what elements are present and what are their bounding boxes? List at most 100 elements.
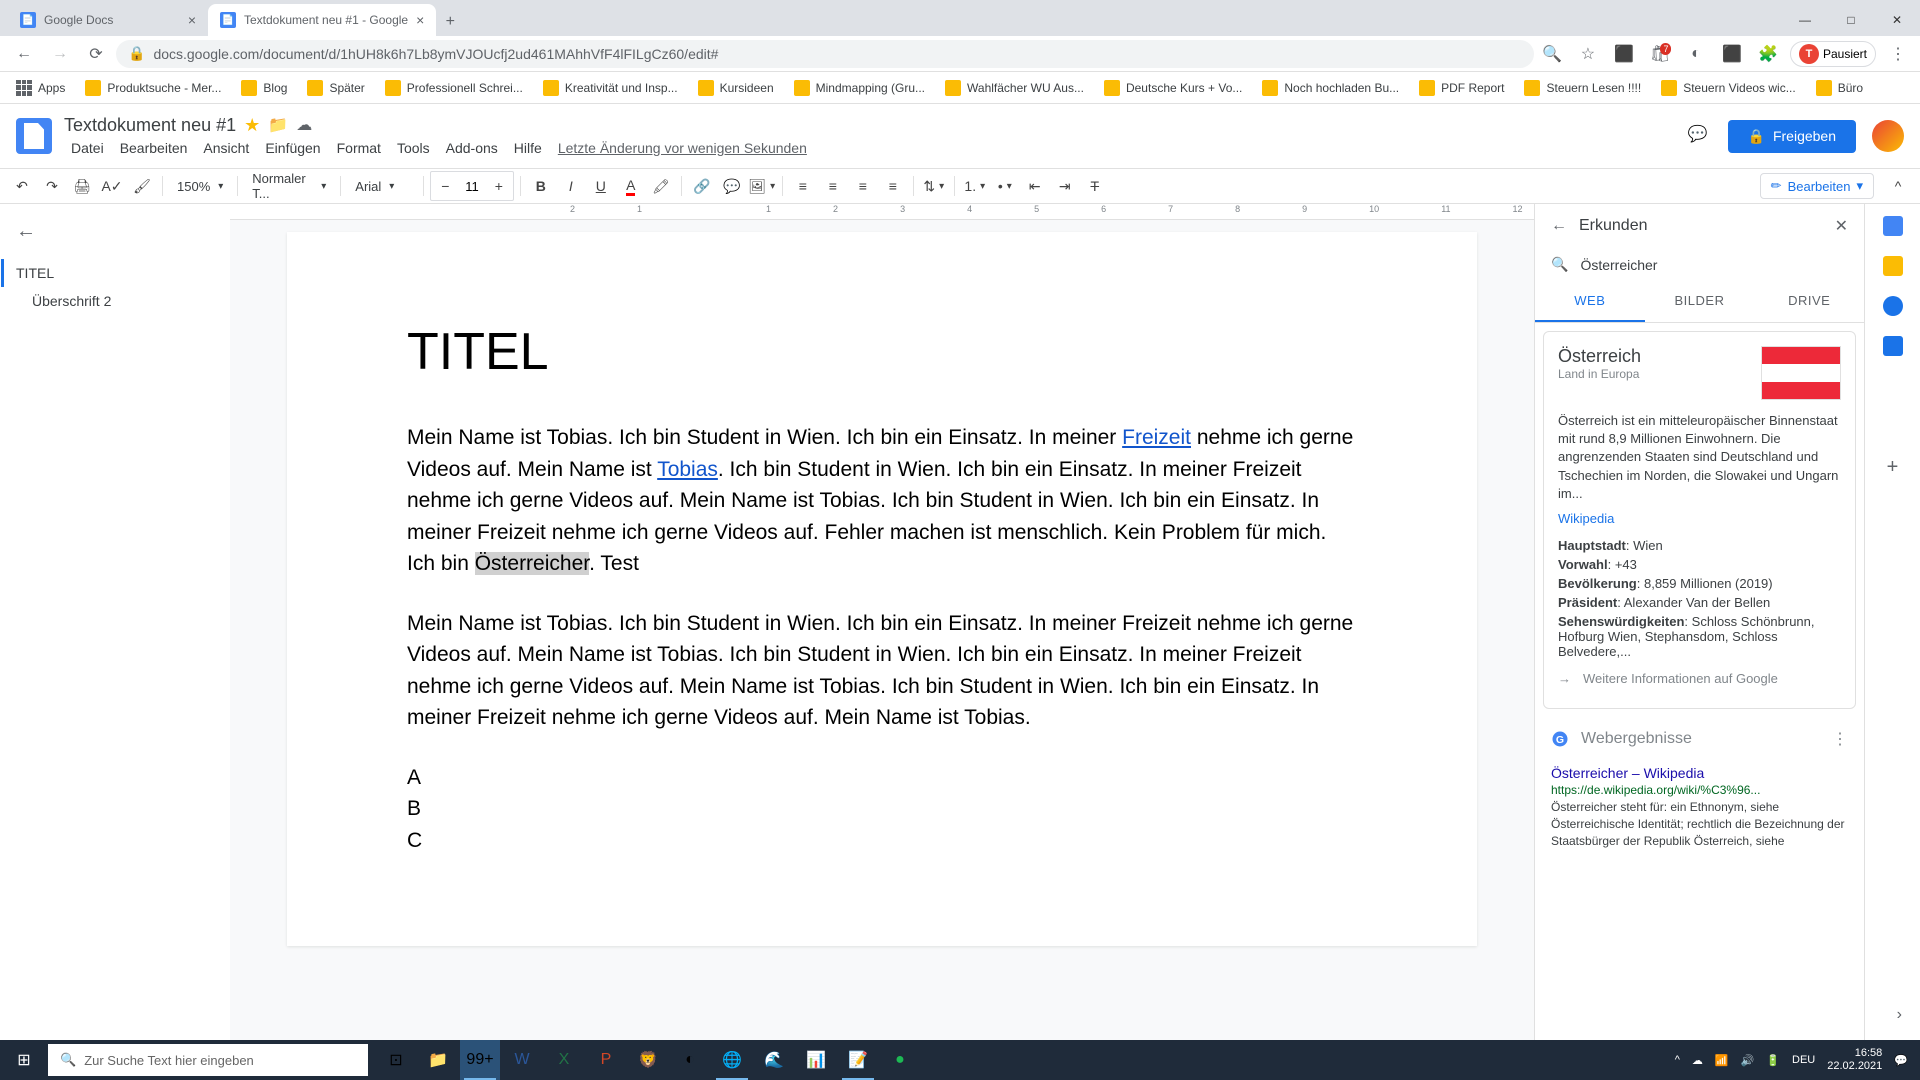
- back-button[interactable]: ←: [8, 38, 40, 70]
- collapse-sidepanel-button[interactable]: ›: [1897, 1006, 1902, 1024]
- profile-button[interactable]: T Pausiert: [1790, 41, 1876, 67]
- taskbar-app-word[interactable]: W: [502, 1040, 542, 1080]
- tray-cloud-icon[interactable]: ☁: [1692, 1054, 1703, 1067]
- clear-format-button[interactable]: T: [1081, 172, 1109, 200]
- taskbar-app[interactable]: 📁: [418, 1040, 458, 1080]
- tab-web[interactable]: WEB: [1535, 281, 1645, 322]
- url-input[interactable]: 🔒 docs.google.com/document/d/1hUH8k6h7Lb…: [116, 40, 1534, 68]
- selected-text[interactable]: Österreicher: [475, 552, 589, 575]
- tray-chevron-icon[interactable]: ^: [1675, 1054, 1680, 1066]
- bookmark-item[interactable]: Deutsche Kurs + Vo...: [1096, 76, 1250, 100]
- bookmark-item[interactable]: PDF Report: [1411, 76, 1512, 100]
- close-icon[interactable]: ×: [416, 12, 424, 28]
- document-title[interactable]: Textdokument neu #1: [64, 115, 236, 136]
- menu-edit[interactable]: Bearbeiten: [113, 138, 195, 158]
- tab-drive[interactable]: DRIVE: [1754, 281, 1864, 322]
- increase-indent-button[interactable]: ⇥: [1051, 172, 1079, 200]
- list-item[interactable]: B: [407, 793, 1357, 825]
- menu-addons[interactable]: Add-ons: [439, 138, 505, 158]
- zoom-select[interactable]: 150%: [169, 179, 231, 194]
- list-item[interactable]: A: [407, 762, 1357, 794]
- minimize-button[interactable]: —: [1782, 4, 1828, 36]
- explore-search[interactable]: 🔍 Österreicher: [1535, 248, 1864, 281]
- bookmark-item[interactable]: Später: [299, 76, 372, 100]
- bookmark-item[interactable]: Produktsuche - Mer...: [77, 76, 229, 100]
- highlight-button[interactable]: 🖍: [647, 172, 675, 200]
- style-select[interactable]: Normaler T...: [244, 171, 334, 201]
- bookmark-item[interactable]: Steuern Videos wic...: [1653, 76, 1804, 100]
- line-spacing-button[interactable]: ⇅: [920, 172, 948, 200]
- tray-wifi-icon[interactable]: 📶: [1715, 1054, 1729, 1067]
- print-button[interactable]: 🖨: [68, 172, 96, 200]
- bookmark-item[interactable]: Mindmapping (Gru...: [786, 76, 933, 100]
- extension-icon[interactable]: ◐: [1682, 40, 1710, 68]
- zoom-icon[interactable]: 🔍: [1538, 40, 1566, 68]
- bulleted-list-button[interactable]: •: [991, 172, 1019, 200]
- menu-format[interactable]: Format: [330, 138, 388, 158]
- keep-app-icon[interactable]: [1883, 256, 1903, 276]
- font-size-decrease[interactable]: −: [431, 172, 459, 200]
- cloud-status-icon[interactable]: ☁: [296, 115, 312, 135]
- undo-button[interactable]: ↶: [8, 172, 36, 200]
- text-list[interactable]: A B C: [407, 762, 1357, 857]
- menu-insert[interactable]: Einfügen: [258, 138, 327, 158]
- tray-clock[interactable]: 16:58 22.02.2021: [1827, 1047, 1882, 1073]
- taskbar-app-excel[interactable]: X: [544, 1040, 584, 1080]
- bookmark-item[interactable]: Wahlfächer WU Aus...: [937, 76, 1092, 100]
- bookmark-item[interactable]: Blog: [233, 76, 295, 100]
- wikipedia-link[interactable]: Wikipedia: [1558, 511, 1614, 526]
- ruler[interactable]: 211234567891011121314151617: [230, 204, 1534, 220]
- taskbar-app-spotify[interactable]: ●: [880, 1040, 920, 1080]
- align-center-button[interactable]: ≡: [819, 172, 847, 200]
- task-view-button[interactable]: ⊡: [376, 1040, 416, 1080]
- menu-help[interactable]: Hilfe: [507, 138, 549, 158]
- tasks-app-icon[interactable]: [1883, 296, 1903, 316]
- collapse-toolbar-button[interactable]: ^: [1884, 172, 1912, 200]
- format-paint-button[interactable]: 🖌: [128, 172, 156, 200]
- align-left-button[interactable]: ≡: [789, 172, 817, 200]
- text-color-button[interactable]: A: [617, 172, 645, 200]
- browser-tab-active[interactable]: 📄 Textdokument neu #1 - Google ×: [208, 4, 436, 36]
- decrease-indent-button[interactable]: ⇤: [1021, 172, 1049, 200]
- browser-tab[interactable]: 📄 Google Docs ×: [8, 4, 208, 36]
- font-size-increase[interactable]: +: [485, 172, 513, 200]
- menu-button[interactable]: ⋮: [1884, 40, 1912, 68]
- insert-link-button[interactable]: 🔗: [688, 172, 716, 200]
- tab-images[interactable]: BILDER: [1645, 281, 1755, 322]
- bookmark-item[interactable]: Büro: [1808, 76, 1871, 100]
- more-info-link[interactable]: → Weitere Informationen auf Google: [1558, 663, 1841, 694]
- bookmark-item[interactable]: Kreativität und Insp...: [535, 76, 686, 100]
- calendar-app-icon[interactable]: [1883, 216, 1903, 236]
- extension-icon[interactable]: 🛍7: [1646, 40, 1674, 68]
- close-icon[interactable]: ×: [188, 12, 196, 28]
- tray-battery-icon[interactable]: 🔋: [1766, 1054, 1780, 1067]
- windows-search[interactable]: 🔍 Zur Suche Text hier eingeben: [48, 1044, 368, 1076]
- bookmark-item[interactable]: Steuern Lesen !!!!: [1516, 76, 1649, 100]
- outline-item[interactable]: TITEL: [1, 259, 214, 287]
- redo-button[interactable]: ↷: [38, 172, 66, 200]
- tray-language[interactable]: DEU: [1792, 1054, 1815, 1066]
- underline-button[interactable]: U: [587, 172, 615, 200]
- apps-button[interactable]: Apps: [8, 76, 73, 100]
- explore-results[interactable]: Österreich Land in Europa Österreich ist…: [1535, 323, 1864, 1040]
- document-link[interactable]: Tobias: [657, 458, 718, 481]
- align-justify-button[interactable]: ≡: [879, 172, 907, 200]
- italic-button[interactable]: I: [557, 172, 585, 200]
- docs-logo[interactable]: [16, 118, 52, 154]
- taskbar-app[interactable]: 99+: [460, 1040, 500, 1080]
- star-icon[interactable]: ★: [244, 115, 260, 136]
- bookmark-item[interactable]: Noch hochladen Bu...: [1254, 76, 1407, 100]
- tray-volume-icon[interactable]: 🔊: [1741, 1054, 1755, 1067]
- outline-back-button[interactable]: ←: [16, 220, 214, 243]
- font-select[interactable]: Arial: [347, 179, 417, 194]
- list-item[interactable]: C: [407, 825, 1357, 857]
- close-window-button[interactable]: ✕: [1874, 4, 1920, 36]
- document-page[interactable]: TITEL Mein Name ist Tobias. Ich bin Stud…: [287, 232, 1477, 946]
- result-link-title[interactable]: Österreicher – Wikipedia: [1551, 765, 1848, 781]
- taskbar-app[interactable]: 🦁: [628, 1040, 668, 1080]
- document-area[interactable]: 211234567891011121314151617 TITEL Mein N…: [230, 204, 1534, 1040]
- contacts-app-icon[interactable]: [1883, 336, 1903, 356]
- bookmark-item[interactable]: Professionell Schrei...: [377, 76, 531, 100]
- menu-file[interactable]: Datei: [64, 138, 111, 158]
- outline-item[interactable]: Überschrift 2: [16, 287, 214, 315]
